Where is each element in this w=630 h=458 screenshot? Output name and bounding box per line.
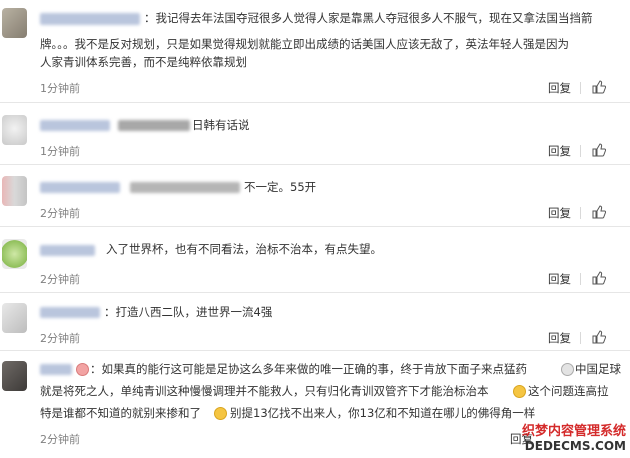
- thumbs-up-icon[interactable]: [592, 205, 606, 219]
- thumbs-up-icon[interactable]: [592, 143, 606, 157]
- comment-text: 中国足球: [575, 362, 621, 376]
- watermark-line1: 织梦内容管理系统: [521, 424, 626, 439]
- smiley-icon: [513, 385, 526, 398]
- comment-text: 入了世界杯，也有不同看法，治标不治本，有点失望。: [106, 242, 382, 256]
- divider: [580, 273, 581, 285]
- comment-text: 牌。。。我不是反对规划，只是如果觉得规划就能立即出成绩的话美国人应该无敌了，英法…: [40, 37, 569, 51]
- divider: [580, 82, 581, 94]
- watermark: 织梦内容管理系统 DEDECMS.COM: [522, 424, 626, 454]
- comment-item: 入了世界杯，也有不同看法，治标不治本，有点失望。 2分钟前 回复: [0, 227, 630, 293]
- comment-item: ：我记得去年法国夺冠很多人觉得人家是靠黑人夺冠很多人不服气，现在又拿法国当挡箭 …: [0, 0, 630, 103]
- username[interactable]: [40, 307, 100, 318]
- thumbs-up-icon[interactable]: [592, 330, 606, 344]
- username[interactable]: [40, 364, 72, 375]
- username: [118, 120, 190, 131]
- comment-text: 特是谁都不知道的就别来掺和了: [40, 406, 201, 420]
- smiley-icon: [76, 363, 89, 376]
- avatar[interactable]: [2, 176, 27, 206]
- reply-button[interactable]: 回复: [548, 271, 571, 287]
- watermark-line2: DEDECMS.COM: [524, 439, 626, 453]
- timestamp: 2分钟前: [40, 207, 80, 220]
- comment-text: 不一定。55开: [244, 180, 317, 194]
- divider: [580, 145, 581, 157]
- comment-item: 日韩有话说 1分钟前 回复: [0, 103, 630, 165]
- username[interactable]: [40, 182, 120, 193]
- avatar[interactable]: [2, 239, 27, 269]
- reply-button[interactable]: 回复: [548, 80, 571, 96]
- comment-text: ：如果真的能行这可能是足协这么多年来做的唯一正确的事，终于肯放下面子来点猛药: [90, 362, 527, 376]
- comment-text: ：我记得去年法国夺冠很多人觉得人家是靠黑人夺冠很多人不服气，现在又拿法国当挡箭: [144, 11, 593, 25]
- thumbs-up-icon[interactable]: [592, 271, 606, 285]
- timestamp: 2分钟前: [40, 332, 80, 345]
- smiley-icon: [561, 363, 574, 376]
- avatar[interactable]: [2, 115, 27, 145]
- comment-text: 人家青训体系完善，而不是纯粹依靠规划: [40, 55, 247, 69]
- username[interactable]: [40, 120, 110, 131]
- comment-text: 别提13亿找不出来人，你13亿和不知道在哪儿的佛得角一样: [230, 406, 536, 420]
- comment-text: ：打造八西二队，进世界一流4强: [104, 305, 273, 319]
- comment-text: 就是将死之人，单纯青训这种慢慢调理并不能救人，只有归化青训双管齐下才能治标治本: [40, 384, 489, 398]
- comment-item: ：如果真的能行这可能是足协这么多年来做的唯一正确的事，终于肯放下面子来点猛药 中…: [0, 351, 630, 458]
- timestamp: 1分钟前: [40, 82, 80, 95]
- reply-button[interactable]: 回复: [548, 143, 571, 159]
- smiley-icon: [214, 407, 227, 420]
- username[interactable]: [40, 245, 95, 256]
- divider: [580, 332, 581, 344]
- timestamp: 2分钟前: [40, 433, 80, 446]
- thumbs-up-icon[interactable]: [592, 80, 606, 94]
- avatar[interactable]: [2, 8, 27, 38]
- timestamp: 1分钟前: [40, 145, 80, 158]
- username[interactable]: [40, 13, 140, 25]
- avatar[interactable]: [2, 303, 27, 333]
- avatar[interactable]: [2, 361, 27, 391]
- reply-button[interactable]: 回复: [548, 330, 571, 346]
- comment-item: 不一定。55开 2分钟前 回复: [0, 165, 630, 227]
- username: [130, 182, 240, 193]
- divider: [580, 207, 581, 219]
- comment-text: 日韩有话说: [192, 118, 250, 132]
- timestamp: 2分钟前: [40, 273, 80, 286]
- comment-text: 这个问题连高拉: [528, 384, 609, 398]
- comment-item: ：打造八西二队，进世界一流4强 2分钟前 回复: [0, 293, 630, 351]
- reply-button[interactable]: 回复: [548, 205, 571, 221]
